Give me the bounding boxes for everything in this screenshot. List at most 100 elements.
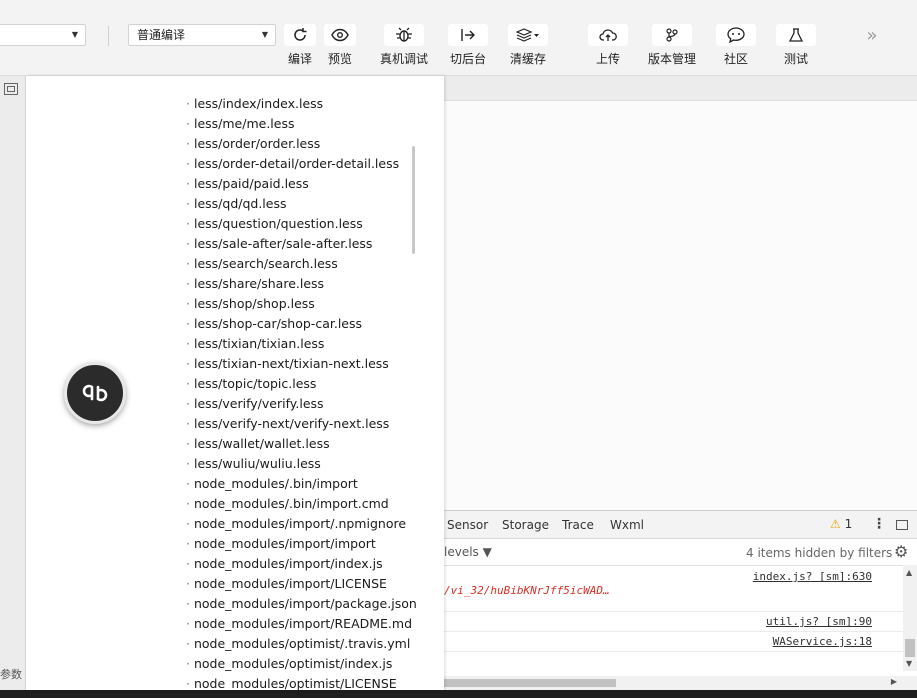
file-list-item[interactable]: · less/order-detail/order-detail.less	[186, 154, 417, 174]
bullet-icon: ·	[186, 296, 190, 311]
file-list-item[interactable]: · node_modules/optimist/LICENSE	[186, 674, 417, 690]
params-label: 参数	[0, 668, 22, 681]
file-list-item[interactable]: · less/paid/paid.less	[186, 174, 417, 194]
test-button[interactable]: 测试	[764, 24, 828, 70]
file-list-item[interactable]: · less/tixian-next/tixian-next.less	[186, 354, 417, 374]
scrollbar-thumb[interactable]	[444, 679, 616, 687]
file-list-item[interactable]: · less/verify-next/verify-next.less	[186, 414, 417, 434]
os-taskbar	[0, 690, 917, 698]
editor-area	[444, 76, 917, 510]
file-list-item[interactable]: · less/tixian/tixian.less	[186, 334, 417, 354]
file-list-item[interactable]: · less/sale-after/sale-after.less	[186, 234, 417, 254]
scroll-right-icon[interactable]: ▶	[891, 677, 897, 686]
file-path: less/me/me.less	[193, 116, 295, 131]
dropdown-scrollbar[interactable]	[412, 146, 415, 254]
file-list-item[interactable]: · node_modules/import/import	[186, 534, 417, 554]
file-list-item[interactable]: · node_modules/optimist/index.js	[186, 654, 417, 674]
upload-button[interactable]: 上传	[576, 24, 640, 70]
file-list-item[interactable]: · less/share/share.less	[186, 274, 417, 294]
kebab-menu-icon[interactable]: ⋮	[872, 516, 886, 532]
community-button[interactable]: 社区	[704, 24, 768, 70]
file-path: node_modules/.bin/import.cmd	[193, 496, 389, 511]
console-horizontal-scrollbar[interactable]: ▶	[444, 676, 917, 690]
tab-sensor[interactable]: Sensor	[447, 518, 488, 532]
console-row: WAService.js:18	[444, 632, 907, 652]
bullet-icon: ·	[186, 116, 190, 131]
version-control-button[interactable]: 版本管理	[640, 24, 704, 70]
chat-icon	[716, 24, 756, 46]
bullet-icon: ·	[186, 436, 190, 451]
file-list-item[interactable]: · less/wallet/wallet.less	[186, 434, 417, 454]
file-list-item[interactable]: · node_modules/import/LICENSE	[186, 574, 417, 594]
console-source-link[interactable]: util.js? [sm]:90	[766, 615, 872, 628]
bullet-icon: ·	[186, 136, 190, 151]
file-path: less/wallet/wallet.less	[193, 436, 330, 451]
file-path: node_modules/.bin/import	[193, 476, 358, 491]
file-path: less/paid/paid.less	[193, 176, 309, 191]
preview-label: 预览	[327, 52, 352, 66]
bullet-icon: ·	[186, 536, 190, 551]
console-vertical-scrollbar[interactable]: ▲ ▼	[903, 565, 917, 671]
clear-cache-button[interactable]: 清缓存	[496, 24, 560, 70]
file-list-item[interactable]: · less/order/order.less	[186, 134, 417, 154]
scroll-up-icon[interactable]: ▲	[906, 568, 912, 577]
scrollbar-thumb[interactable]	[905, 639, 915, 657]
bug-icon	[384, 24, 424, 46]
file-list-item[interactable]: · node_modules/.bin/import	[186, 474, 417, 494]
simulator-selector[interactable]: ▼	[0, 24, 86, 46]
dock-icon[interactable]	[896, 520, 908, 530]
bullet-icon: ·	[186, 156, 190, 171]
file-list-item[interactable]: · less/index/index.less	[186, 94, 417, 114]
file-list-item[interactable]: · less/topic/topic.less	[186, 374, 417, 394]
chevron-down-icon: ▼	[71, 30, 78, 39]
compile-mode-select[interactable]: 普通编译 ▼	[128, 24, 276, 46]
tab-trace[interactable]: Trace	[562, 518, 594, 532]
tab-wxml[interactable]: Wxml	[610, 518, 644, 532]
file-path: less/shop/shop.less	[193, 296, 315, 311]
console-filter-bar: levels ▼ 4 items hidden by filters ⚙	[444, 539, 917, 566]
file-list-item[interactable]: · node_modules/import/README.md	[186, 614, 417, 634]
flask-icon	[776, 24, 816, 46]
scroll-down-icon[interactable]: ▼	[906, 659, 912, 668]
file-list-item[interactable]: · less/verify/verify.less	[186, 394, 417, 414]
switch-background-icon	[448, 24, 488, 46]
simulator-strip: 参数	[0, 76, 26, 690]
switch-background-button[interactable]: 切后台	[436, 24, 500, 70]
file-list-item[interactable]: · node_modules/optimist/.travis.yml	[186, 634, 417, 654]
file-path: less/shop-car/shop-car.less	[193, 316, 363, 331]
file-list-item[interactable]: · node_modules/import/package.json	[186, 594, 417, 614]
tab-storage[interactable]: Storage	[502, 518, 549, 532]
warning-counter[interactable]: ⚠ 1	[830, 517, 852, 531]
cloud-upload-icon	[588, 24, 628, 46]
window-restore-icon[interactable]	[4, 83, 18, 95]
gear-icon[interactable]: ⚙	[894, 542, 908, 561]
console-source-link[interactable]: WAService.js:18	[773, 635, 872, 648]
file-list-item[interactable]: · node_modules/.bin/import.cmd	[186, 494, 417, 514]
console-row: index.js? [sm]:630 /vi_32/huBibKNrJff5ic…	[444, 567, 907, 612]
file-list-item[interactable]: · less/me/me.less	[186, 114, 417, 134]
file-path: less/sale-after/sale-after.less	[193, 236, 373, 251]
preview-button[interactable]: 预览	[308, 24, 372, 70]
bullet-icon: ·	[186, 636, 190, 651]
more-chevron-icon[interactable]: »	[860, 26, 884, 46]
file-list-item[interactable]: · less/search/search.less	[186, 254, 417, 274]
file-path: less/qd/qd.less	[193, 196, 287, 211]
bullet-icon: ·	[186, 376, 190, 391]
file-list-item[interactable]: · less/qd/qd.less	[186, 194, 417, 214]
file-list-item[interactable]: · node_modules/import/.npmignore	[186, 514, 417, 534]
file-list-item[interactable]: · less/shop/shop.less	[186, 294, 417, 314]
file-path: less/verify/verify.less	[193, 396, 324, 411]
bullet-icon: ·	[186, 496, 190, 511]
file-list-item[interactable]: · less/question/question.less	[186, 214, 417, 234]
remote-debug-button[interactable]: 真机调试	[372, 24, 436, 70]
file-path: less/search/search.less	[193, 256, 338, 271]
log-levels-dropdown[interactable]: levels ▼	[444, 545, 492, 559]
devtools-panel: Sensor Storage Trace Wxml ⚠ 1 ⋮ levels ▼…	[444, 510, 917, 690]
file-list-item[interactable]: · node_modules/import/index.js	[186, 554, 417, 574]
console-source-link[interactable]: index.js? [sm]:630	[753, 570, 872, 583]
top-toolbar: ▼ 普通编译 ▼ 编译 预览 真机调试 切后台 清缓存 上传 版本管理 社区 测…	[0, 0, 917, 76]
bullet-icon: ·	[186, 676, 190, 690]
file-path: node_modules/import/import	[193, 536, 376, 551]
file-list-item[interactable]: · less/wuliu/wuliu.less	[186, 454, 417, 474]
file-list-item[interactable]: · less/shop-car/shop-car.less	[186, 314, 417, 334]
